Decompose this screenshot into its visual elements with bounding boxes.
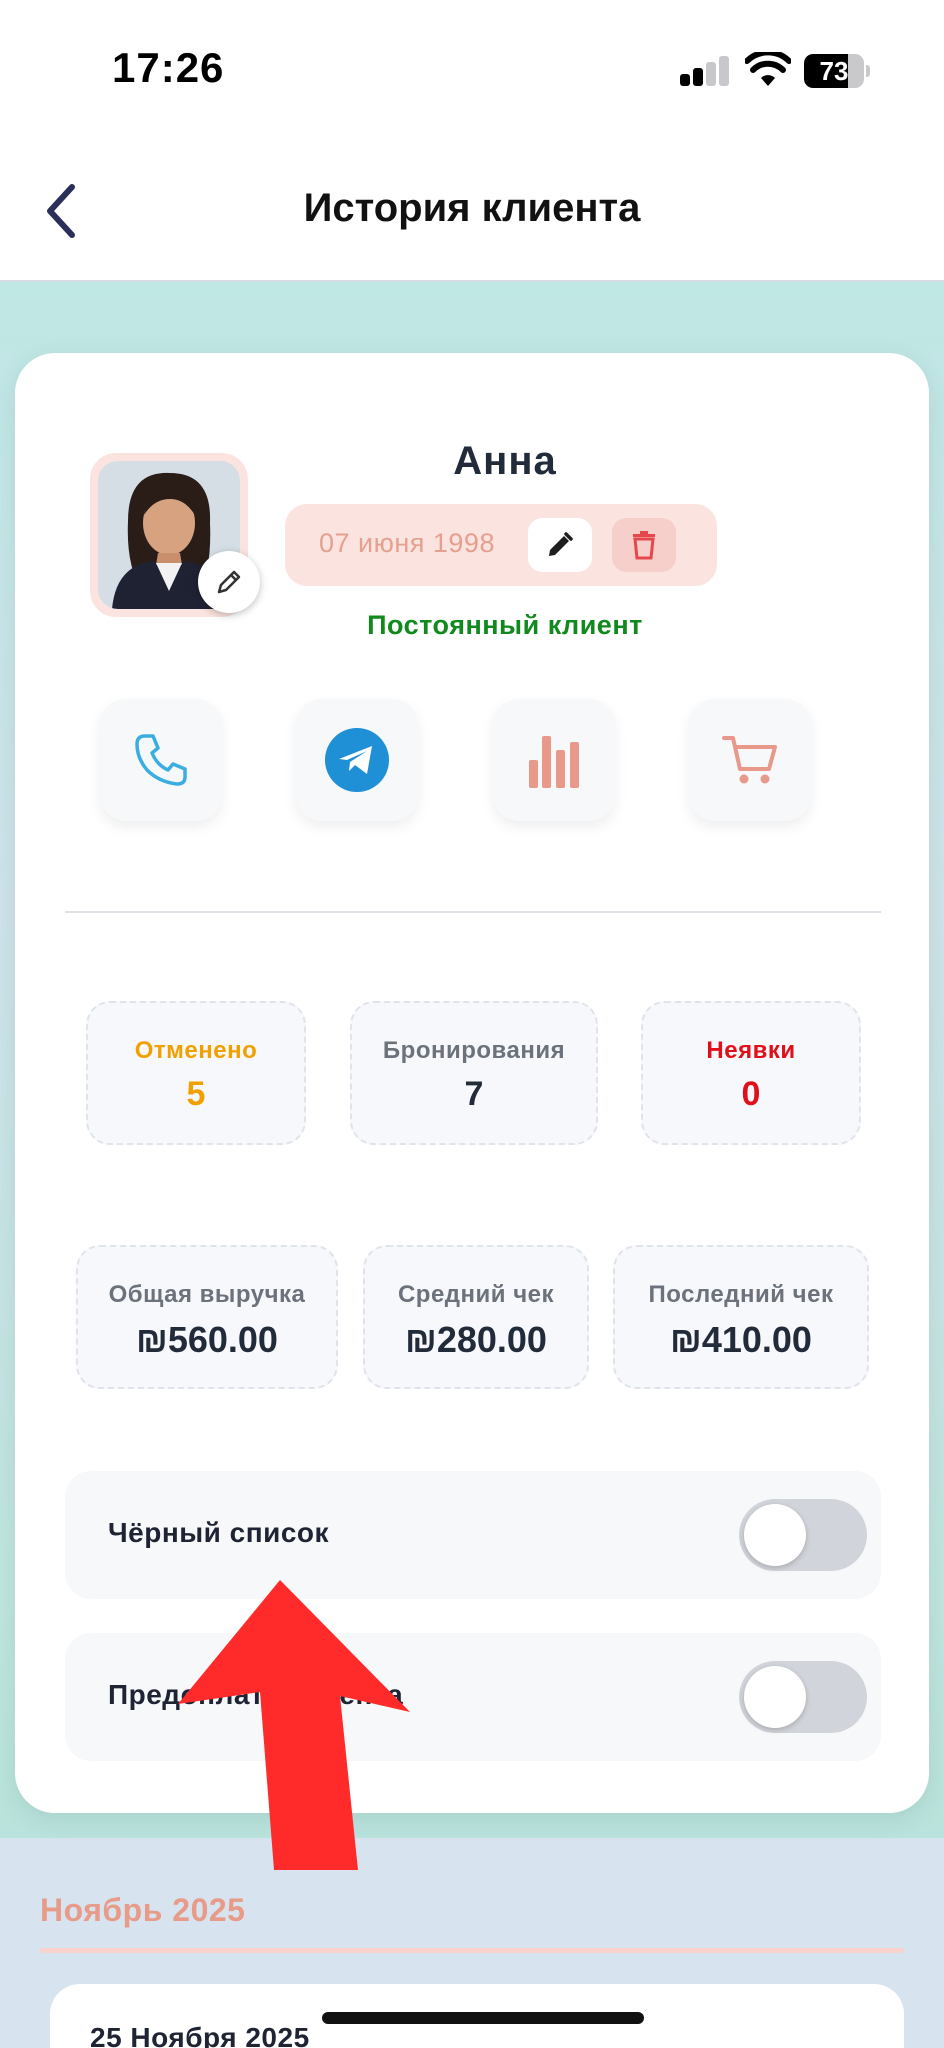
stat-bookings: Бронирования 7 xyxy=(350,1001,598,1145)
month-underline xyxy=(40,1948,904,1953)
birth-date: 07 июня 1998 xyxy=(319,528,495,558)
app-header: История клиента xyxy=(0,140,944,282)
stat-value: ₪560.00 xyxy=(136,1319,278,1360)
phone-icon xyxy=(135,734,187,786)
client-name: Анна xyxy=(453,439,557,483)
stat-value: 5 xyxy=(186,1075,206,1113)
toggle-knob xyxy=(744,1666,806,1728)
cart-icon xyxy=(722,736,777,784)
stat-label: Неявки xyxy=(706,1037,796,1064)
purchases-button[interactable] xyxy=(689,699,811,821)
telegram-button[interactable] xyxy=(296,699,418,821)
pencil-icon xyxy=(217,570,241,594)
stat-label: Бронирования xyxy=(382,1037,566,1064)
stat-label: Отменено xyxy=(134,1037,258,1064)
home-indicator xyxy=(322,2012,644,2024)
cellular-signal-icon xyxy=(680,56,729,86)
history-entry-date: 25 Ноября 2025 xyxy=(90,2022,310,2048)
stat-value: 0 xyxy=(741,1075,761,1113)
wifi-icon xyxy=(745,52,791,86)
telegram-icon xyxy=(325,728,389,792)
red-arrow-up-icon xyxy=(178,1580,410,1870)
battery-icon: 73 xyxy=(804,54,870,88)
pencil-icon xyxy=(549,532,573,556)
stat-value: ₪280.00 xyxy=(405,1319,547,1360)
blacklist-toggle[interactable] xyxy=(739,1499,867,1571)
bar-chart-icon xyxy=(529,736,579,788)
stat-value: ₪410.00 xyxy=(670,1319,812,1360)
battery-percent: 73 xyxy=(819,56,849,86)
edit-birth-date-button[interactable] xyxy=(528,518,592,572)
avatar-edit-button[interactable] xyxy=(198,551,260,613)
prepayment-toggle[interactable] xyxy=(739,1661,867,1733)
call-button[interactable] xyxy=(100,699,222,821)
status-bar: 17:26 73 xyxy=(0,0,944,140)
toggle-knob xyxy=(744,1504,806,1566)
client-profile-card: Анна 07 июня 1998 Постоянный клиент Отме… xyxy=(15,353,929,1813)
stat-value: 7 xyxy=(464,1075,484,1113)
status-time: 17:26 xyxy=(112,44,225,91)
stat-no-shows: Неявки 0 xyxy=(641,1001,861,1145)
trash-icon xyxy=(633,531,655,560)
stat-average-check: Средний чек ₪280.00 xyxy=(363,1245,589,1389)
statistics-button[interactable] xyxy=(493,699,615,821)
delete-birth-date-button[interactable] xyxy=(612,518,676,572)
stat-label: Последний чек xyxy=(648,1281,834,1308)
stat-cancelled: Отменено 5 xyxy=(86,1001,306,1145)
stat-last-check: Последний чек ₪410.00 xyxy=(613,1245,869,1389)
page-title: История клиента xyxy=(303,186,641,230)
blacklist-label: Чёрный список xyxy=(108,1517,330,1548)
stat-label: Общая выручка xyxy=(108,1281,306,1308)
birth-date-box: 07 июня 1998 xyxy=(285,504,717,586)
screen: 17:26 73 История клиента Анна 07 июня 19… xyxy=(0,0,944,2048)
stat-total-revenue: Общая выручка ₪560.00 xyxy=(76,1245,338,1389)
section-divider xyxy=(65,911,881,913)
month-heading: Ноябрь 2025 xyxy=(40,1892,246,1928)
client-status: Постоянный клиент xyxy=(367,610,643,640)
stat-label: Средний чек xyxy=(397,1281,555,1308)
